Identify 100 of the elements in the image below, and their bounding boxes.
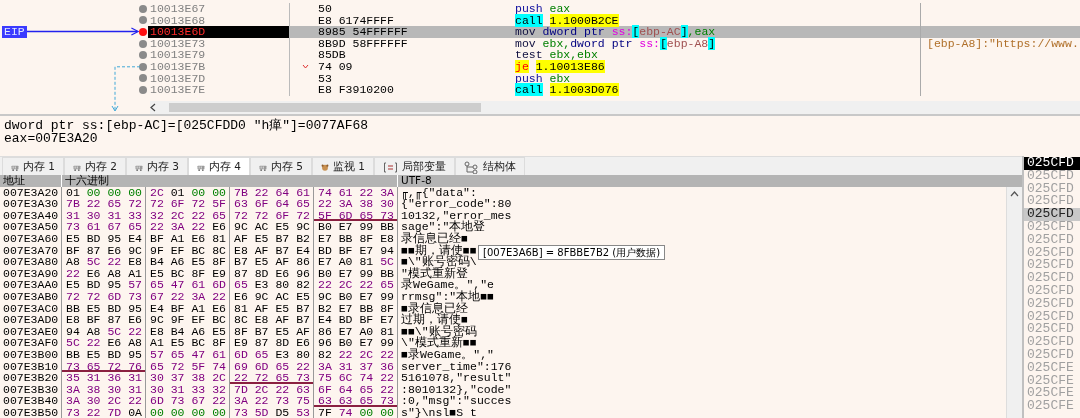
text-cell-text: 过期，请使■ — [400, 314, 468, 326]
address-cell: 007E3A30 — [0, 198, 62, 210]
hex-cell: 00 00 00 00 — [146, 406, 230, 418]
instruction-text: push eax — [515, 2, 571, 15]
stack-entry[interactable]: 025CFE — [1024, 361, 1080, 375]
breakpoint-dot[interactable] — [139, 85, 147, 94]
scrollbar[interactable] — [1006, 186, 1022, 418]
hex-cell: E8 AF B7 E4 — [230, 244, 314, 257]
hex-cell: 72 72 6D 73 — [62, 290, 146, 303]
hex-cell: BB E5 BD 95 — [62, 302, 146, 315]
breakpoint-dot[interactable] — [139, 51, 147, 60]
stack-entry[interactable]: 025CFD — [1024, 259, 1080, 273]
text-cell-text: server_time":176 — [400, 360, 512, 373]
text-cell-text: 10132,"error_mes — [400, 209, 512, 222]
tree-icon — [464, 160, 479, 174]
hex-cell: E6 9C AC E5 — [230, 290, 314, 303]
hex-cell: 22 3A 22 E6 — [146, 221, 230, 233]
hex-cell: E4 BF A1 E6 — [146, 302, 230, 315]
stack-entry[interactable]: 025CFE — [1024, 374, 1080, 388]
hex-cell: 8C E8 AF B7 — [230, 314, 314, 326]
hex-cell: 73 22 7D 0A — [62, 406, 146, 418]
stack-entry[interactable]: 025CFD — [1024, 284, 1080, 298]
stack-entry[interactable]: 025CFD — [1024, 195, 1080, 209]
bytes-cell: 74 09 — [318, 60, 353, 73]
breakpoint-dot[interactable] — [139, 62, 147, 71]
panel-tab[interactable]: 内存 2 — [64, 157, 126, 176]
stack-entry[interactable]: 025CFD — [1024, 233, 1080, 247]
instruction-text: call 1.1000B2CE — [515, 13, 619, 27]
hex-cell: 9C AC E5 9C — [230, 221, 314, 233]
stack-entry[interactable]: 025CFD — [1024, 157, 1080, 170]
hex-cell: 7B 22 64 61 — [230, 186, 314, 199]
panel-tab[interactable]: 内存 1 — [2, 157, 64, 176]
hex-cell: 9C B0 E7 99 — [314, 290, 398, 303]
hex-cell: 31 30 31 33 — [62, 209, 146, 222]
hex-cell: 81 AF E5 B7 — [230, 302, 314, 315]
instruction-text: je 1.10013E86 — [515, 59, 605, 73]
stack-entry[interactable]: 025CFD — [1024, 169, 1080, 183]
hex-cell: B7 E5 AF 86 — [230, 256, 314, 268]
hex-cell: 3A 22 73 75 — [230, 395, 314, 407]
scrollbar[interactable] — [150, 101, 1080, 114]
hex-cell: E5 BC 8F E9 — [146, 267, 230, 280]
hex-cell: 6D 65 E3 80 — [230, 348, 314, 361]
address-cell: 007E3A70 — [0, 244, 62, 257]
address-cell: 007E3A80 — [0, 256, 62, 268]
stack-entry[interactable]: 025CFD — [1024, 221, 1080, 234]
hex-cell: 01 00 00 00 — [62, 186, 146, 199]
hex-cell: 94 A8 5C 22 — [62, 325, 146, 338]
stack-entry[interactable]: 025CFD — [1024, 336, 1080, 349]
hex-cell: 35 31 36 31 — [62, 372, 146, 384]
stack-entry[interactable]: 025CFD — [1024, 310, 1080, 324]
hex-cell: 74 61 22 3A — [314, 186, 398, 199]
hex-cell: 8F B7 E5 AF — [230, 325, 314, 338]
breakpoint-dot[interactable] — [139, 4, 147, 13]
hex-cell: E4 BD BF E7 — [314, 314, 398, 326]
stack-entry[interactable]: 025CFD — [1024, 182, 1080, 196]
hex-cell: 22 72 65 73 — [230, 372, 314, 384]
hex-cell: 32 2C 22 65 — [146, 209, 230, 222]
comment-text: [ebp-A8]:"https://www. — [927, 36, 1079, 50]
stack-entry[interactable]: 025CFE — [1024, 387, 1080, 401]
hex-cell: 65 47 61 6D — [146, 279, 230, 291]
bytes-cell: E8 6174FFFF — [318, 14, 394, 27]
stack-entry[interactable]: 025CFD — [1024, 323, 1080, 337]
bytes-cell: 8B9D 58FFFFFF — [318, 37, 408, 50]
breakpoint-dot[interactable] — [139, 28, 147, 36]
breakpoint-dot[interactable] — [139, 39, 147, 48]
hex-cell: 7B 22 65 72 — [62, 198, 146, 210]
breakpoint-dot[interactable] — [139, 16, 147, 25]
stack-entry[interactable]: 025CFD — [1024, 208, 1080, 221]
hex-cell: 2C 01 00 00 — [146, 186, 230, 199]
hex-cell: E8 B4 A6 E5 — [146, 325, 230, 338]
instruction-text: push ebx — [515, 71, 571, 85]
hex-cell: 22 2C 22 65 — [314, 279, 398, 291]
hex-cell: E7 BB 8F E8 — [314, 232, 398, 245]
bytes-cell: 85DB — [318, 49, 346, 61]
stack-entry[interactable]: 025CFD — [1024, 348, 1080, 362]
hex-cell: B0 E7 99 BB — [314, 221, 398, 233]
hex-cell: 63 6F 64 65 — [230, 198, 314, 210]
stack-entry[interactable]: 025CFD — [1024, 246, 1080, 260]
stack-entry[interactable]: 025CFD — [1024, 297, 1080, 311]
hex-cell: 96 B0 E7 99 — [314, 337, 398, 349]
instruction-text: mov dword ptr ss:[ebp-AC],eax — [515, 25, 716, 39]
address-cell: 007E3B20 — [0, 372, 62, 384]
column-header: 地址 — [0, 175, 62, 187]
hex-cell: BD BF E7 94 — [314, 244, 398, 257]
column-header: UTF-8 — [400, 175, 432, 187]
hex-cell: BF A1 E6 81 — [146, 232, 230, 245]
scroll-up-icon[interactable] — [1010, 190, 1019, 197]
stack-entry[interactable]: 025CFE — [1024, 400, 1080, 413]
column-header: 十六进制 — [62, 175, 398, 187]
breakpoint-dot[interactable] — [139, 74, 147, 83]
address-cell: 007E3AB0 — [0, 290, 62, 303]
address-cell: 10013E7B — [148, 60, 290, 73]
text-cell-text: 录信息已经■ — [400, 232, 468, 245]
hex-cell: 72 72 6F 72 — [230, 209, 314, 222]
address-cell: 007E3A50 — [0, 221, 62, 233]
hex-cell: 82 22 2C 22 — [314, 348, 398, 361]
address-cell: 10013E7E — [148, 84, 290, 96]
hex-cell: 73 65 72 76 — [62, 360, 146, 373]
text-cell-text: {"error_code":80 — [400, 198, 512, 210]
stack-entry[interactable]: 025CFD — [1024, 272, 1080, 285]
